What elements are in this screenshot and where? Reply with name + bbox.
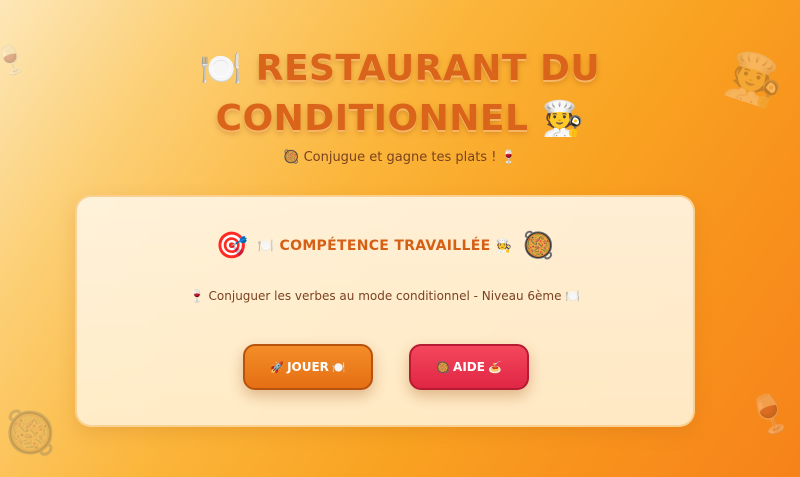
skill-card-header: 🎯 🍽️ COMPÉTENCE TRAVAILLÉE 🧑‍🍳 🥘 (77, 228, 693, 264)
play-button-label: JOUER (287, 360, 329, 374)
skill-card-title-text: COMPÉTENCE TRAVAILLÉE (279, 238, 491, 254)
plate-cutlery-icon: 🍽️ (331, 360, 346, 374)
wine-glass-decor-icon: 🍷 (739, 384, 800, 444)
title-line-2: CONDITIONNEL (215, 98, 529, 139)
chef-icon: 🧑‍🍳 (495, 239, 513, 254)
spaghetti-icon: 🍝 (487, 360, 502, 374)
skill-description: 🍷 Conjuguer les verbes au mode condition… (77, 289, 693, 303)
paella-icon: 🥘 (283, 150, 300, 165)
page-title: 🍽️ RESTAURANT DU CONDITIONNEL 🧑‍🍳 (120, 44, 680, 144)
wine-glass-icon: 🍷 (500, 150, 517, 165)
target-icon: 🎯 (215, 231, 248, 261)
page-subtitle: 🥘 Conjugue et gagne tes plats ! 🍷 (0, 150, 800, 165)
chef-decor-icon: 🧑‍🍳 (719, 44, 792, 114)
chef-icon: 🧑‍🍳 (541, 99, 585, 139)
help-button-label: AIDE (453, 360, 485, 374)
paella-icon: 🥘 (436, 360, 451, 374)
plate-cutlery-icon: 🍽️ (257, 239, 275, 254)
skill-description-text: Conjuguer les verbes au mode conditionne… (208, 289, 562, 303)
rocket-icon: 🚀 (270, 360, 285, 374)
skill-card-title: 🍽️ COMPÉTENCE TRAVAILLÉE 🧑‍🍳 (258, 238, 512, 254)
subtitle-text: Conjugue et gagne tes plats ! (303, 150, 497, 165)
paella-decor-icon: 🥘 (4, 408, 57, 457)
help-button[interactable]: 🥘 AIDE 🍝 (409, 344, 529, 390)
wine-glass-decor-icon: 🍷 (0, 39, 34, 82)
play-button[interactable]: 🚀 JOUER 🍽️ (243, 344, 373, 390)
skill-card: 🎯 🍽️ COMPÉTENCE TRAVAILLÉE 🧑‍🍳 🥘 🍷 Conju… (75, 195, 695, 427)
title-line-1: RESTAURANT DU (255, 48, 601, 89)
paella-icon: 🥘 (522, 231, 555, 261)
plate-cutlery-icon: 🍽️ (565, 289, 581, 303)
plate-cutlery-icon: 🍽️ (199, 49, 243, 89)
wine-glass-icon: 🍷 (189, 289, 205, 303)
